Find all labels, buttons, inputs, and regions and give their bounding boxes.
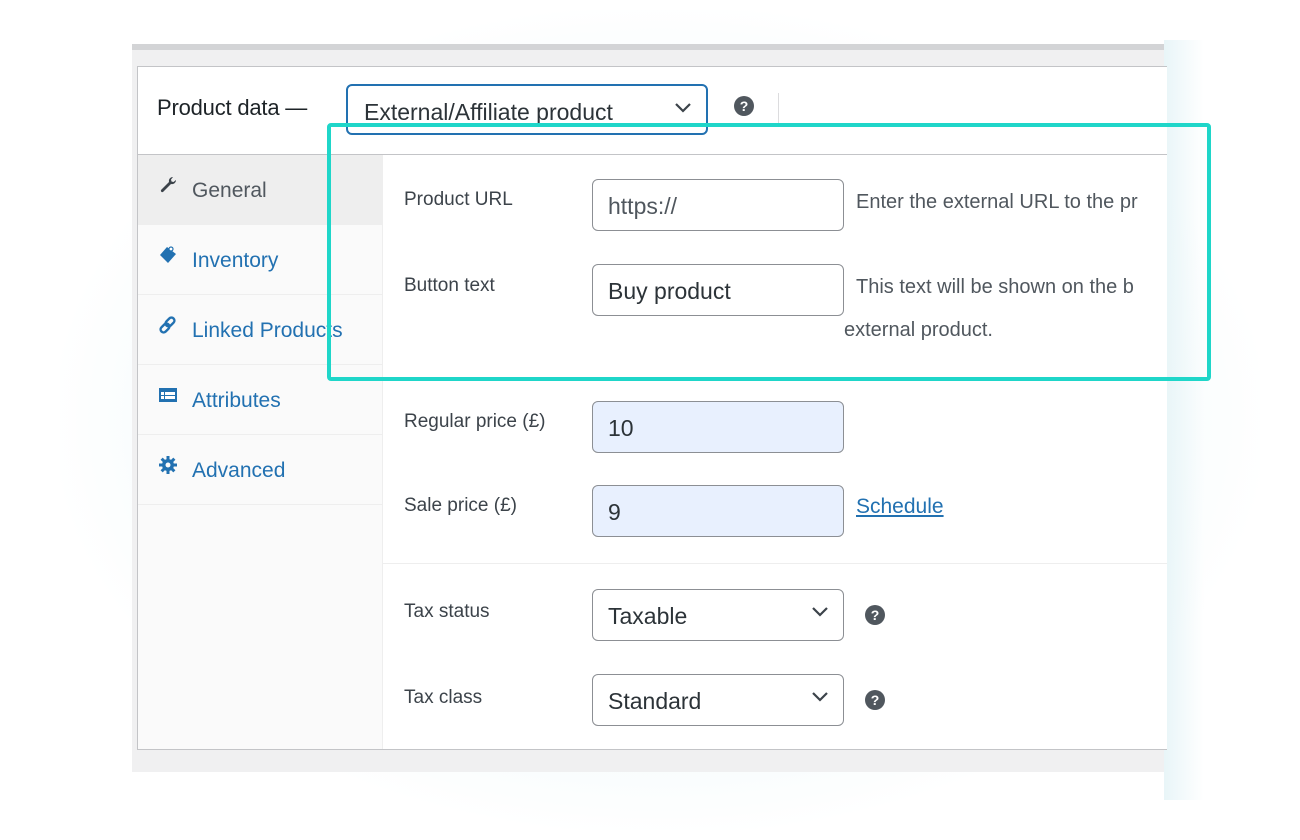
sale-price-input[interactable]: 9 <box>592 485 844 537</box>
regular-price-input[interactable]: 10 <box>592 401 844 453</box>
tax-status-select[interactable]: Taxable <box>592 589 844 641</box>
tab-label: Attributes <box>192 389 281 412</box>
chevron-down-icon <box>812 692 828 702</box>
product-type-value: External/Affiliate product <box>364 99 613 125</box>
chevron-down-icon <box>812 607 828 617</box>
question-circle-icon[interactable]: ? <box>865 605 885 625</box>
tab-label: Linked Products <box>192 319 343 342</box>
sale-price-label: Sale price (£) <box>404 495 517 516</box>
sale-price-value: 9 <box>608 499 621 525</box>
tax-class-value: Standard <box>608 688 702 714</box>
tax-group: Tax status Taxable ? Tax class Standard … <box>383 563 1167 751</box>
wrench-icon <box>160 176 177 193</box>
regular-price-label: Regular price (£) <box>404 411 546 432</box>
regular-price-value: 10 <box>608 415 634 441</box>
tab-label: General <box>192 179 267 202</box>
list-table-icon <box>159 388 177 402</box>
header-divider <box>778 93 779 125</box>
annotation-highlight-box <box>327 123 1211 381</box>
link-icon <box>159 316 176 334</box>
question-circle-icon[interactable]: ? <box>734 96 754 116</box>
tax-status-label: Tax status <box>404 601 490 622</box>
tag-icon <box>160 246 176 263</box>
tax-class-select[interactable]: Standard <box>592 674 844 726</box>
panel-title: Product data — <box>157 95 308 120</box>
pricing-group: Regular price (£) 10 Sale price (£) 9 Sc… <box>383 377 1167 564</box>
gear-icon <box>159 456 177 474</box>
chevron-down-icon <box>675 103 691 113</box>
tab-label: Advanced <box>192 459 286 482</box>
tab-label: Inventory <box>192 249 279 272</box>
schedule-link[interactable]: Schedule <box>856 495 944 519</box>
question-circle-icon[interactable]: ? <box>865 690 885 710</box>
tab-advanced[interactable]: Advanced <box>138 435 382 505</box>
tax-class-label: Tax class <box>404 687 483 708</box>
tax-status-value: Taxable <box>608 603 688 629</box>
